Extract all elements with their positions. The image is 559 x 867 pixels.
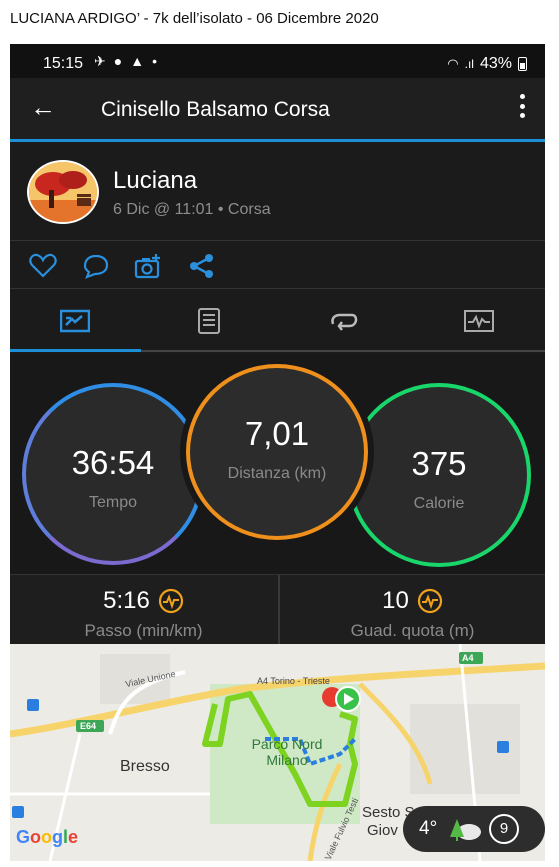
add-photo-icon[interactable] bbox=[134, 253, 162, 279]
share-icon[interactable] bbox=[188, 253, 216, 279]
pace-cell: 5:16 Passo (min/km) bbox=[10, 575, 277, 645]
run-notification-icon: ✈ bbox=[94, 53, 106, 69]
map-label-park: Parco Nord Milano bbox=[251, 736, 323, 768]
battery-percent: 43% bbox=[479, 55, 512, 72]
map-label-giov: Giov bbox=[367, 822, 398, 839]
status-time: 15:15 bbox=[43, 55, 84, 72]
signal-icon: .ıl bbox=[464, 57, 474, 71]
status-bar: 15:15 ✈ ● ▲ • ◠ .ıl 43% bbox=[10, 44, 545, 78]
app-bar: ← Cinisello Balsamo Corsa bbox=[10, 78, 545, 142]
avatar[interactable] bbox=[27, 160, 99, 224]
activity-tabs bbox=[10, 290, 545, 352]
calories-circle: 375 Calorie bbox=[347, 383, 531, 567]
pace-chart-icon[interactable] bbox=[158, 588, 184, 614]
route-map[interactable]: Viale Unione A4 Torino - Trieste A4 E64 … bbox=[10, 644, 545, 861]
wifi-icon: ◠ bbox=[447, 56, 459, 71]
user-name[interactable]: Luciana bbox=[113, 167, 197, 195]
like-heart-icon[interactable] bbox=[29, 253, 57, 279]
tab-indicator bbox=[10, 349, 141, 352]
time-label: Tempo bbox=[88, 494, 138, 511]
google-logo: Google bbox=[16, 827, 79, 847]
notification-icons: ✈ ● ▲ • bbox=[94, 53, 157, 70]
comment-icon[interactable] bbox=[81, 253, 109, 279]
map-label-bresso: Bresso bbox=[120, 758, 170, 775]
distance-label: Distanza (km) bbox=[227, 465, 327, 482]
page-caption: LUCIANA ARDIGO’ - 7k dell’isolato - 06 D… bbox=[10, 10, 379, 27]
elevation-value: 10 bbox=[382, 587, 409, 614]
elevation-cell: 10 Guad. quota (m) bbox=[278, 575, 545, 645]
pace-value: 5:16 bbox=[103, 587, 150, 614]
activity-title: Cinisello Balsamo Corsa bbox=[101, 98, 330, 121]
system-icons: ◠ .ıl 43% bbox=[447, 55, 527, 73]
calories-value: 375 bbox=[411, 445, 467, 482]
back-arrow-icon[interactable]: ← bbox=[30, 92, 56, 123]
map-badge-e64: E64 bbox=[80, 721, 97, 731]
phone-screen: 15:15 ✈ ● ▲ • ◠ .ıl 43% ← Cinisello Bals… bbox=[10, 44, 545, 861]
time-circle: 36:54 Tempo bbox=[22, 383, 204, 565]
more-options-icon[interactable] bbox=[519, 94, 525, 118]
weather-temperature: 4° bbox=[419, 818, 438, 839]
adidas-icon: ▲ bbox=[130, 53, 145, 69]
tab-repeat-icon[interactable] bbox=[328, 308, 358, 334]
social-actions bbox=[10, 241, 545, 289]
distance-value: 7,01 bbox=[244, 415, 310, 452]
stats-panel: 36:54 Tempo 375 Calorie 7,01 Distanza (k… bbox=[10, 354, 545, 574]
elevation-chart-icon[interactable] bbox=[417, 588, 443, 614]
pace-label: Passo (min/km) bbox=[84, 621, 203, 640]
cloud-tree-icon bbox=[450, 819, 481, 841]
distance-circle: 7,01 Distanza (km) bbox=[186, 364, 368, 540]
tab-laps-icon[interactable] bbox=[194, 308, 224, 334]
location-icon: ● bbox=[113, 53, 123, 69]
tab-overview-icon[interactable] bbox=[60, 308, 90, 334]
map-label-highway: A4 Torino - Trieste bbox=[257, 676, 330, 686]
dot-icon: • bbox=[152, 53, 157, 69]
weather-badge[interactable]: 4° 9 bbox=[403, 806, 545, 852]
time-value: 36:54 bbox=[71, 444, 155, 481]
elevation-label: Guad. quota (m) bbox=[350, 621, 475, 640]
secondary-stats: 5:16 Passo (min/km) 10 Guad. quota (m) bbox=[10, 574, 545, 645]
map-badge-a4: A4 bbox=[462, 653, 474, 663]
calories-label: Calorie bbox=[413, 495, 465, 512]
tab-charts-icon[interactable] bbox=[464, 308, 494, 334]
battery-icon bbox=[518, 57, 527, 71]
weather-count: 9 bbox=[489, 814, 519, 844]
activity-meta: 6 Dic @ 11:01 • Corsa bbox=[113, 201, 271, 218]
activity-header: Luciana 6 Dic @ 11:01 • Corsa bbox=[10, 145, 545, 241]
